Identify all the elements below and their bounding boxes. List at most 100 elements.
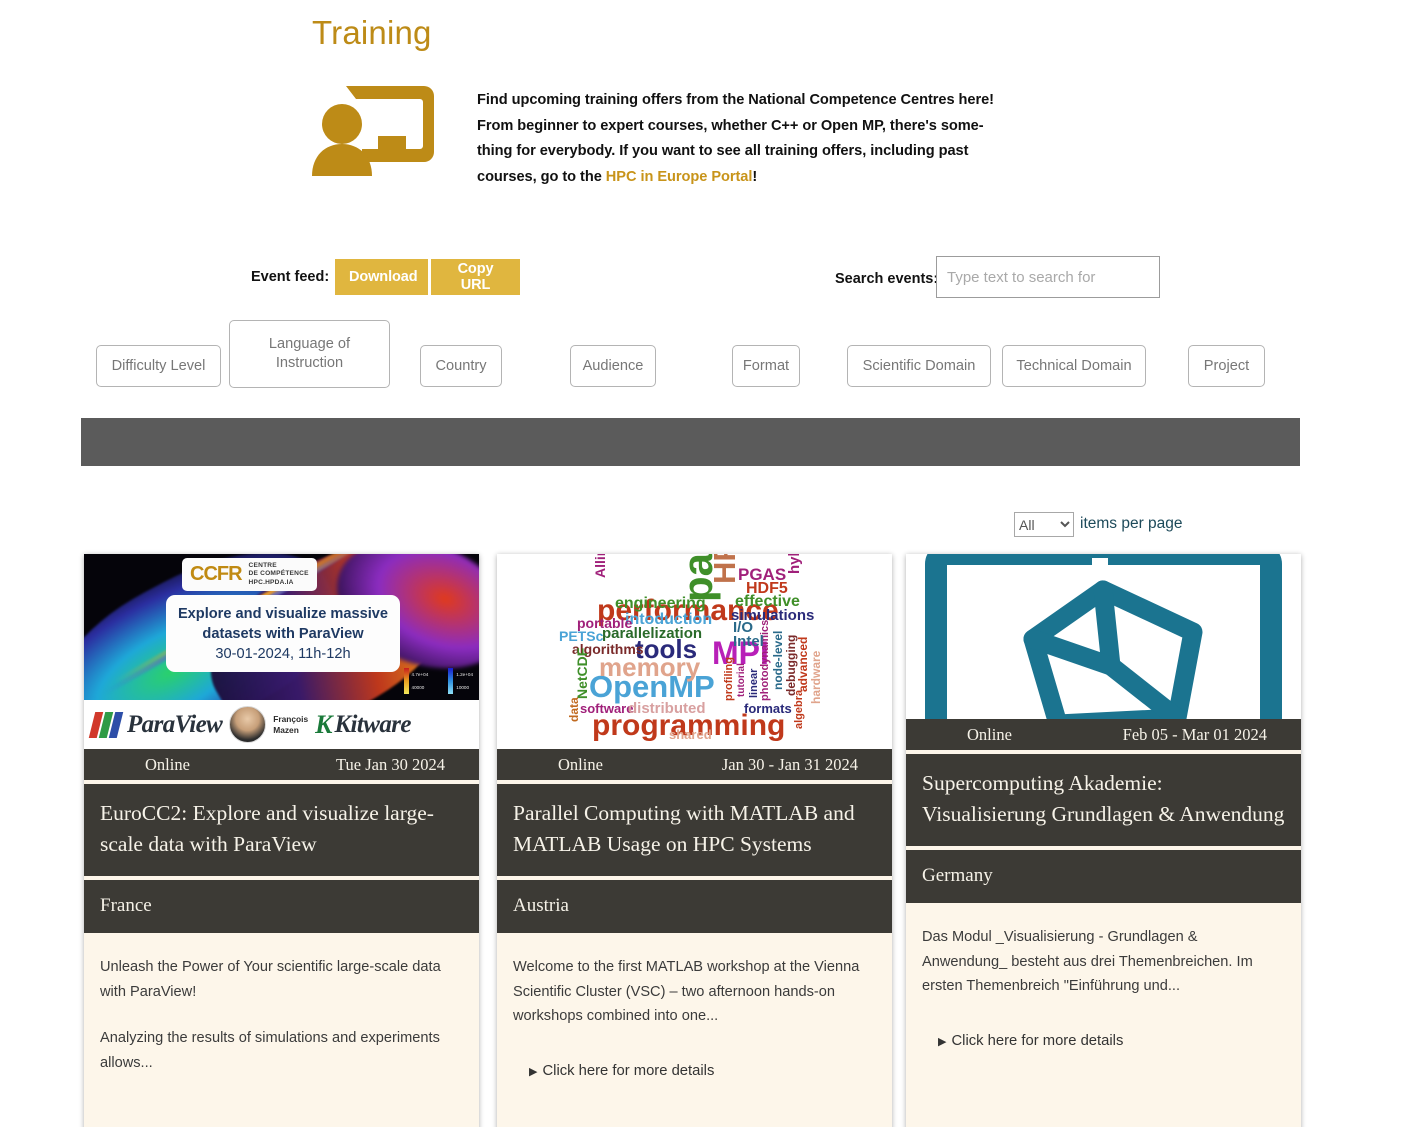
kitware-logo: K Kitware bbox=[315, 709, 411, 739]
ccfr-logo-subtitle: CENTRE DE COMPÉTENCE HPC.HPDA.IA bbox=[248, 562, 309, 586]
intro-paragraph: Find upcoming training offers from the N… bbox=[477, 88, 1022, 190]
word-cloud-term: profiling bbox=[723, 657, 735, 701]
filter-label: Audience bbox=[582, 357, 644, 374]
event-card[interactable]: CCFR CENTRE DE COMPÉTENCE HPC.HPDA.IA Expl… bbox=[84, 554, 479, 1127]
presentation-person-icon bbox=[310, 80, 434, 176]
paraview-wordmark: ParaView bbox=[127, 710, 223, 738]
avatar bbox=[229, 706, 267, 743]
card-date: Jan 30 - Jan 31 2024 bbox=[721, 754, 858, 774]
colorbar-legend: 4.7e+04 40000 1.2e+04 10000 bbox=[403, 668, 473, 694]
card-body: Welcome to the first MATLAB workshop at … bbox=[497, 933, 892, 1094]
word-cloud-term: Allinea bbox=[592, 554, 608, 578]
copy-url-button[interactable]: Copy URL bbox=[431, 259, 520, 295]
intro-line-2: From beginner to expert courses, whether… bbox=[477, 117, 984, 134]
page-title: Training bbox=[312, 14, 432, 51]
filter-audience[interactable]: Audience bbox=[570, 345, 656, 387]
training-page: Training Find upcoming training offers f… bbox=[0, 0, 1406, 1127]
filter-project[interactable]: Project bbox=[1188, 345, 1265, 387]
word-cloud-term: software bbox=[580, 701, 634, 716]
results-toolbar-band bbox=[81, 418, 1300, 466]
word-cloud-term: photodynamics bbox=[759, 619, 771, 701]
search-events-label: Search events: bbox=[835, 271, 939, 287]
card-body: Das Modul _Visualisierung - Grundlagen &… bbox=[906, 903, 1301, 1064]
presenter-name: François Mazen bbox=[273, 713, 309, 735]
poster-caption: Explore and visualize massive datasets w… bbox=[166, 595, 400, 672]
filter-label: Difficulty Level bbox=[111, 357, 206, 374]
intro-line-4-prefix: courses, go to the bbox=[477, 168, 606, 185]
filter-format[interactable]: Format bbox=[732, 345, 800, 387]
card-body-paragraph: Unleash the Power of Your scientific lar… bbox=[100, 959, 441, 1000]
card-body-paragraph: Das Modul _Visualisierung - Grundlagen &… bbox=[922, 929, 1253, 994]
card-image: performanceparallelHPCOpenMPprogrammingM… bbox=[497, 554, 892, 749]
poster-caption-line-2: datasets with ParaView bbox=[202, 626, 364, 642]
card-title[interactable]: EuroCC2: Explore and visualize large-sca… bbox=[84, 784, 479, 876]
card-image bbox=[906, 554, 1301, 719]
card-country: Germany bbox=[906, 850, 1301, 903]
card-image: CCFR CENTRE DE COMPÉTENCE HPC.HPDA.IA Expl… bbox=[84, 554, 479, 749]
card-meta-bar: Online Tue Jan 30 2024 bbox=[84, 749, 479, 780]
intro-line-1: Find upcoming training offers from the N… bbox=[477, 92, 994, 108]
card-body-paragraph: Analyzing the results of simulations and… bbox=[100, 1030, 440, 1071]
word-cloud-term: distributed bbox=[628, 700, 706, 717]
card-meta-bar: Online Jan 30 - Jan 31 2024 bbox=[497, 749, 892, 780]
card-meta-bar: Online Feb 05 - Mar 01 2024 bbox=[906, 719, 1301, 750]
more-details-label: Click here for more details bbox=[542, 1062, 715, 1079]
card-date: Tue Jan 30 2024 bbox=[336, 754, 445, 774]
more-details-label: Click here for more details bbox=[951, 1032, 1124, 1049]
hpc-europe-portal-link[interactable]: HPC in Europe Portal bbox=[606, 169, 753, 185]
word-cloud-term: HPC bbox=[707, 554, 742, 584]
filter-difficulty-level[interactable]: Difficulty Level bbox=[96, 345, 221, 387]
word-cloud-term: node-level bbox=[771, 630, 785, 690]
card-title[interactable]: Parallel Computing with MATLAB and MATLA… bbox=[497, 784, 892, 876]
event-card[interactable]: Online Feb 05 - Mar 01 2024 Supercomputing… bbox=[906, 554, 1301, 1127]
intro-line-4-suffix: ! bbox=[752, 168, 758, 185]
word-cloud-term: hardware bbox=[809, 650, 823, 704]
filter-label: Project bbox=[1203, 357, 1250, 374]
filter-label: Format bbox=[742, 357, 790, 374]
triangle-right-icon: ▶ bbox=[938, 1035, 947, 1048]
card-location: Online bbox=[145, 754, 190, 774]
items-per-page-label: items per page bbox=[1080, 515, 1183, 532]
filter-technical-domain[interactable]: Technical Domain bbox=[1002, 345, 1146, 387]
laptop-cube-icon bbox=[906, 554, 1301, 719]
word-cloud-term: NetCDF bbox=[574, 647, 590, 699]
word-cloud-term: formats bbox=[744, 701, 792, 716]
triangle-right-icon: ▶ bbox=[529, 1065, 538, 1078]
filter-language-of-instruction[interactable]: Language of Instruction bbox=[229, 320, 390, 388]
card-title[interactable]: Supercomputing Akademie: Visualisierung … bbox=[906, 754, 1301, 846]
word-cloud-term: tutorial bbox=[736, 663, 747, 697]
card-date: Feb 05 - Mar 01 2024 bbox=[1122, 724, 1267, 744]
download-button[interactable]: Download bbox=[335, 259, 428, 295]
more-details-link[interactable]: ▶ Click here for more details bbox=[922, 1021, 1285, 1055]
ccfr-logo: CCFR CENTRE DE COMPÉTENCE HPC.HPDA.IA bbox=[182, 558, 317, 592]
word-cloud-term: algebra bbox=[793, 689, 805, 729]
filter-scientific-domain[interactable]: Scientific Domain bbox=[847, 345, 991, 387]
word-cloud-visual: performanceparallelHPCOpenMPprogrammingM… bbox=[497, 554, 892, 749]
filter-label: Country bbox=[435, 357, 487, 374]
card-body-paragraph: Welcome to the first MATLAB workshop at … bbox=[513, 959, 860, 1024]
event-feed-label: Event feed: bbox=[251, 269, 330, 285]
search-input[interactable] bbox=[936, 256, 1160, 298]
poster-caption-line-1: Explore and visualize massive bbox=[177, 606, 389, 622]
word-cloud-term: data bbox=[567, 697, 581, 722]
items-per-page-select[interactable]: All102050 bbox=[1014, 512, 1074, 537]
filter-label: Technical Domain bbox=[1016, 357, 1132, 374]
paraview-logo-bars bbox=[88, 711, 124, 738]
word-cloud-term: shared bbox=[669, 727, 712, 742]
word-cloud-term: engineering bbox=[615, 595, 706, 612]
word-cloud-term: simulations bbox=[731, 607, 815, 624]
intro-line-3: thing for everybody. If you want to see … bbox=[477, 143, 969, 159]
card-country: France bbox=[84, 880, 479, 933]
word-cloud-term: PGAS bbox=[738, 565, 787, 584]
word-cloud-term: advanced bbox=[796, 636, 810, 692]
more-details-link[interactable]: ▶ Click here for more details bbox=[513, 1051, 876, 1085]
ccfr-logo-mark: CCFR bbox=[190, 563, 243, 586]
sponsor-logo-strip: ParaView François Mazen K Kitware bbox=[84, 700, 479, 749]
event-card[interactable]: performanceparallelHPCOpenMPprogrammingM… bbox=[497, 554, 892, 1127]
paraview-poster-visual: CCFR CENTRE DE COMPÉTENCE HPC.HPDA.IA Expl… bbox=[84, 554, 479, 700]
card-country: Austria bbox=[497, 880, 892, 933]
poster-caption-line-3: 30-01-2024, 11h-12h bbox=[215, 646, 351, 662]
word-cloud-term: memory bbox=[599, 652, 701, 682]
filter-label: Language of Instruction bbox=[268, 336, 351, 371]
filter-country[interactable]: Country bbox=[420, 345, 502, 387]
